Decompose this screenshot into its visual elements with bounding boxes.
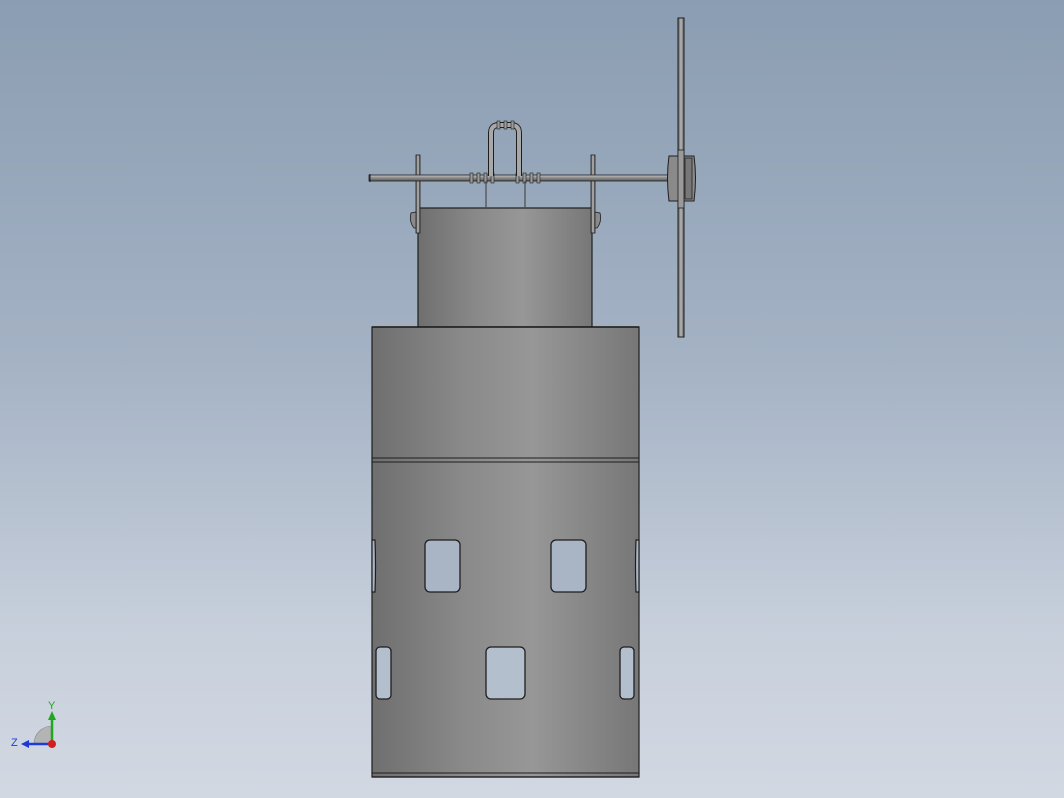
vent-hole	[634, 539, 640, 593]
vent-hole	[371, 539, 377, 593]
vent-hole	[550, 539, 587, 593]
connecting-rods[interactable]	[485, 181, 526, 208]
upper-cylinder[interactable]	[417, 207, 593, 328]
orientation-triad[interactable]: Y Z	[8, 698, 64, 756]
model-view[interactable]	[0, 0, 1064, 798]
lower-cylinder[interactable]	[371, 326, 640, 778]
vent-hole	[485, 646, 526, 700]
vent-hole	[375, 646, 392, 700]
flywheel[interactable]	[667, 17, 696, 338]
left-support-bracket[interactable]	[410, 154, 421, 234]
y-axis-label: Y	[48, 700, 56, 712]
vent-hole	[424, 539, 461, 593]
z-axis-arrow	[21, 740, 29, 748]
vent-hole	[619, 646, 635, 700]
z-axis-label: Z	[11, 737, 18, 749]
right-support-bracket[interactable]	[590, 154, 601, 234]
crank-throw[interactable]	[488, 120, 522, 176]
x-axis-dot	[48, 740, 56, 748]
graphics-viewport[interactable]: Y Z	[0, 0, 1064, 798]
y-axis-arrow	[48, 711, 56, 720]
